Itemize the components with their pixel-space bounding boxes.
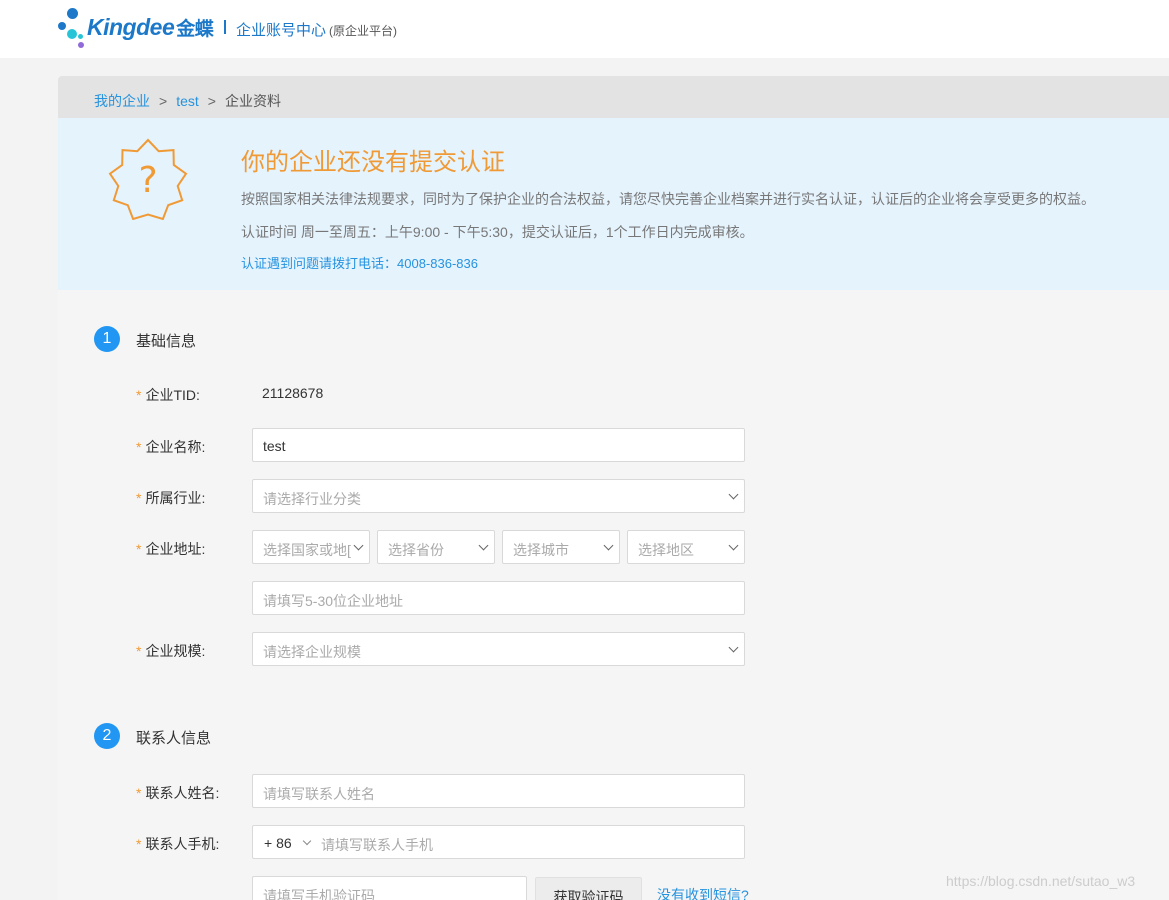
chevron-down-icon [728,540,739,551]
breadcrumb-test[interactable]: test [176,93,199,109]
contact-name-label: * 联系人姓名: [136,785,220,801]
chevron-down-icon [478,540,489,551]
district-select[interactable]: 选择地区 [627,530,745,564]
sms-code-input[interactable]: 请填写手机验证码 [252,876,527,900]
section-basic-info-title: 基础信息 [136,333,197,350]
support-hotline[interactable]: 认证遇到问题请拨打电话：4008-836-836 [241,253,478,272]
header-divider [224,20,226,34]
breadcrumb-current: 企业资料 [224,93,281,109]
certification-notice: ? 你的企业还没有提交认证 按照国家相关法律法规要求，同时为了保护企业的合法权益… [58,118,1169,290]
breadcrumb: 我的企业 > test > 企业资料 [58,76,1169,118]
tid-label: * 企业TID: [136,387,200,403]
country-select[interactable]: 选择国家或地[ [252,530,370,564]
app-subtitle: (原企业平台) [329,24,398,38]
kingdee-logo-icon[interactable] [56,6,86,50]
brand-name[interactable]: Kingdee 金蝶 [87,14,214,41]
industry-label: * 所属行业: [136,490,206,506]
step-1-badge: 1 [94,326,120,352]
chevron-down-icon [728,489,739,500]
notice-hours: 认证时间 周一至周五：上午9:00 - 下午5:30，提交认证后，1个工作日内完… [241,224,754,240]
industry-select[interactable]: 请选择行业分类 [252,479,745,513]
app-title: 企业账号中心 (原企业平台) [236,22,398,39]
tid-value: 21128678 [262,385,324,401]
svg-text:?: ? [138,160,157,201]
question-mark-icon: ? [108,138,188,220]
company-name-label: * 企业名称: [136,439,206,455]
get-code-button[interactable]: 获取验证码 [535,877,642,900]
step-2-badge: 2 [94,723,120,749]
city-select[interactable]: 选择城市 [502,530,620,564]
notice-description: 按照国家相关法律法规要求，同时为了保护企业的合法权益，请您尽快完善企业档案并进行… [241,191,1095,207]
country-code-select[interactable]: + 86 [264,835,292,851]
enterprise-profile-card: 我的企业 > test > 企业资料 ? 你的企业还没有提交认证 按照国家相关法律法规要… [58,76,1169,900]
contact-name-input[interactable]: 请填写联系人姓名 [252,774,745,808]
province-select[interactable]: 选择省份 [377,530,495,564]
chevron-down-icon [728,642,739,653]
breadcrumb-my-enterprise[interactable]: 我的企业 [94,93,150,109]
top-header: Kingdee 金蝶 企业账号中心 (原企业平台) [0,0,1169,58]
chevron-down-icon [302,836,312,846]
scale-select[interactable]: 请选择企业规模 [252,632,745,666]
contact-phone-input[interactable]: + 86 请填写联系人手机 [252,825,745,859]
company-name-input[interactable]: test [252,428,745,462]
section-contact-info-title: 联系人信息 [136,730,212,747]
scale-label: * 企业规模: [136,643,206,659]
phone-placeholder: 请填写联系人手机 [321,837,433,853]
no-sms-link[interactable]: 没有收到短信? [657,885,749,900]
address-label: * 企业地址: [136,541,206,557]
watermark: https://blog.csdn.net/sutao_w3 [946,873,1136,889]
chevron-down-icon [353,540,364,551]
chevron-down-icon [603,540,614,551]
notice-title: 你的企业还没有提交认证 [241,149,505,176]
street-address-input[interactable]: 请填写5-30位企业地址 [252,581,745,615]
contact-phone-label: * 联系人手机: [136,836,220,852]
